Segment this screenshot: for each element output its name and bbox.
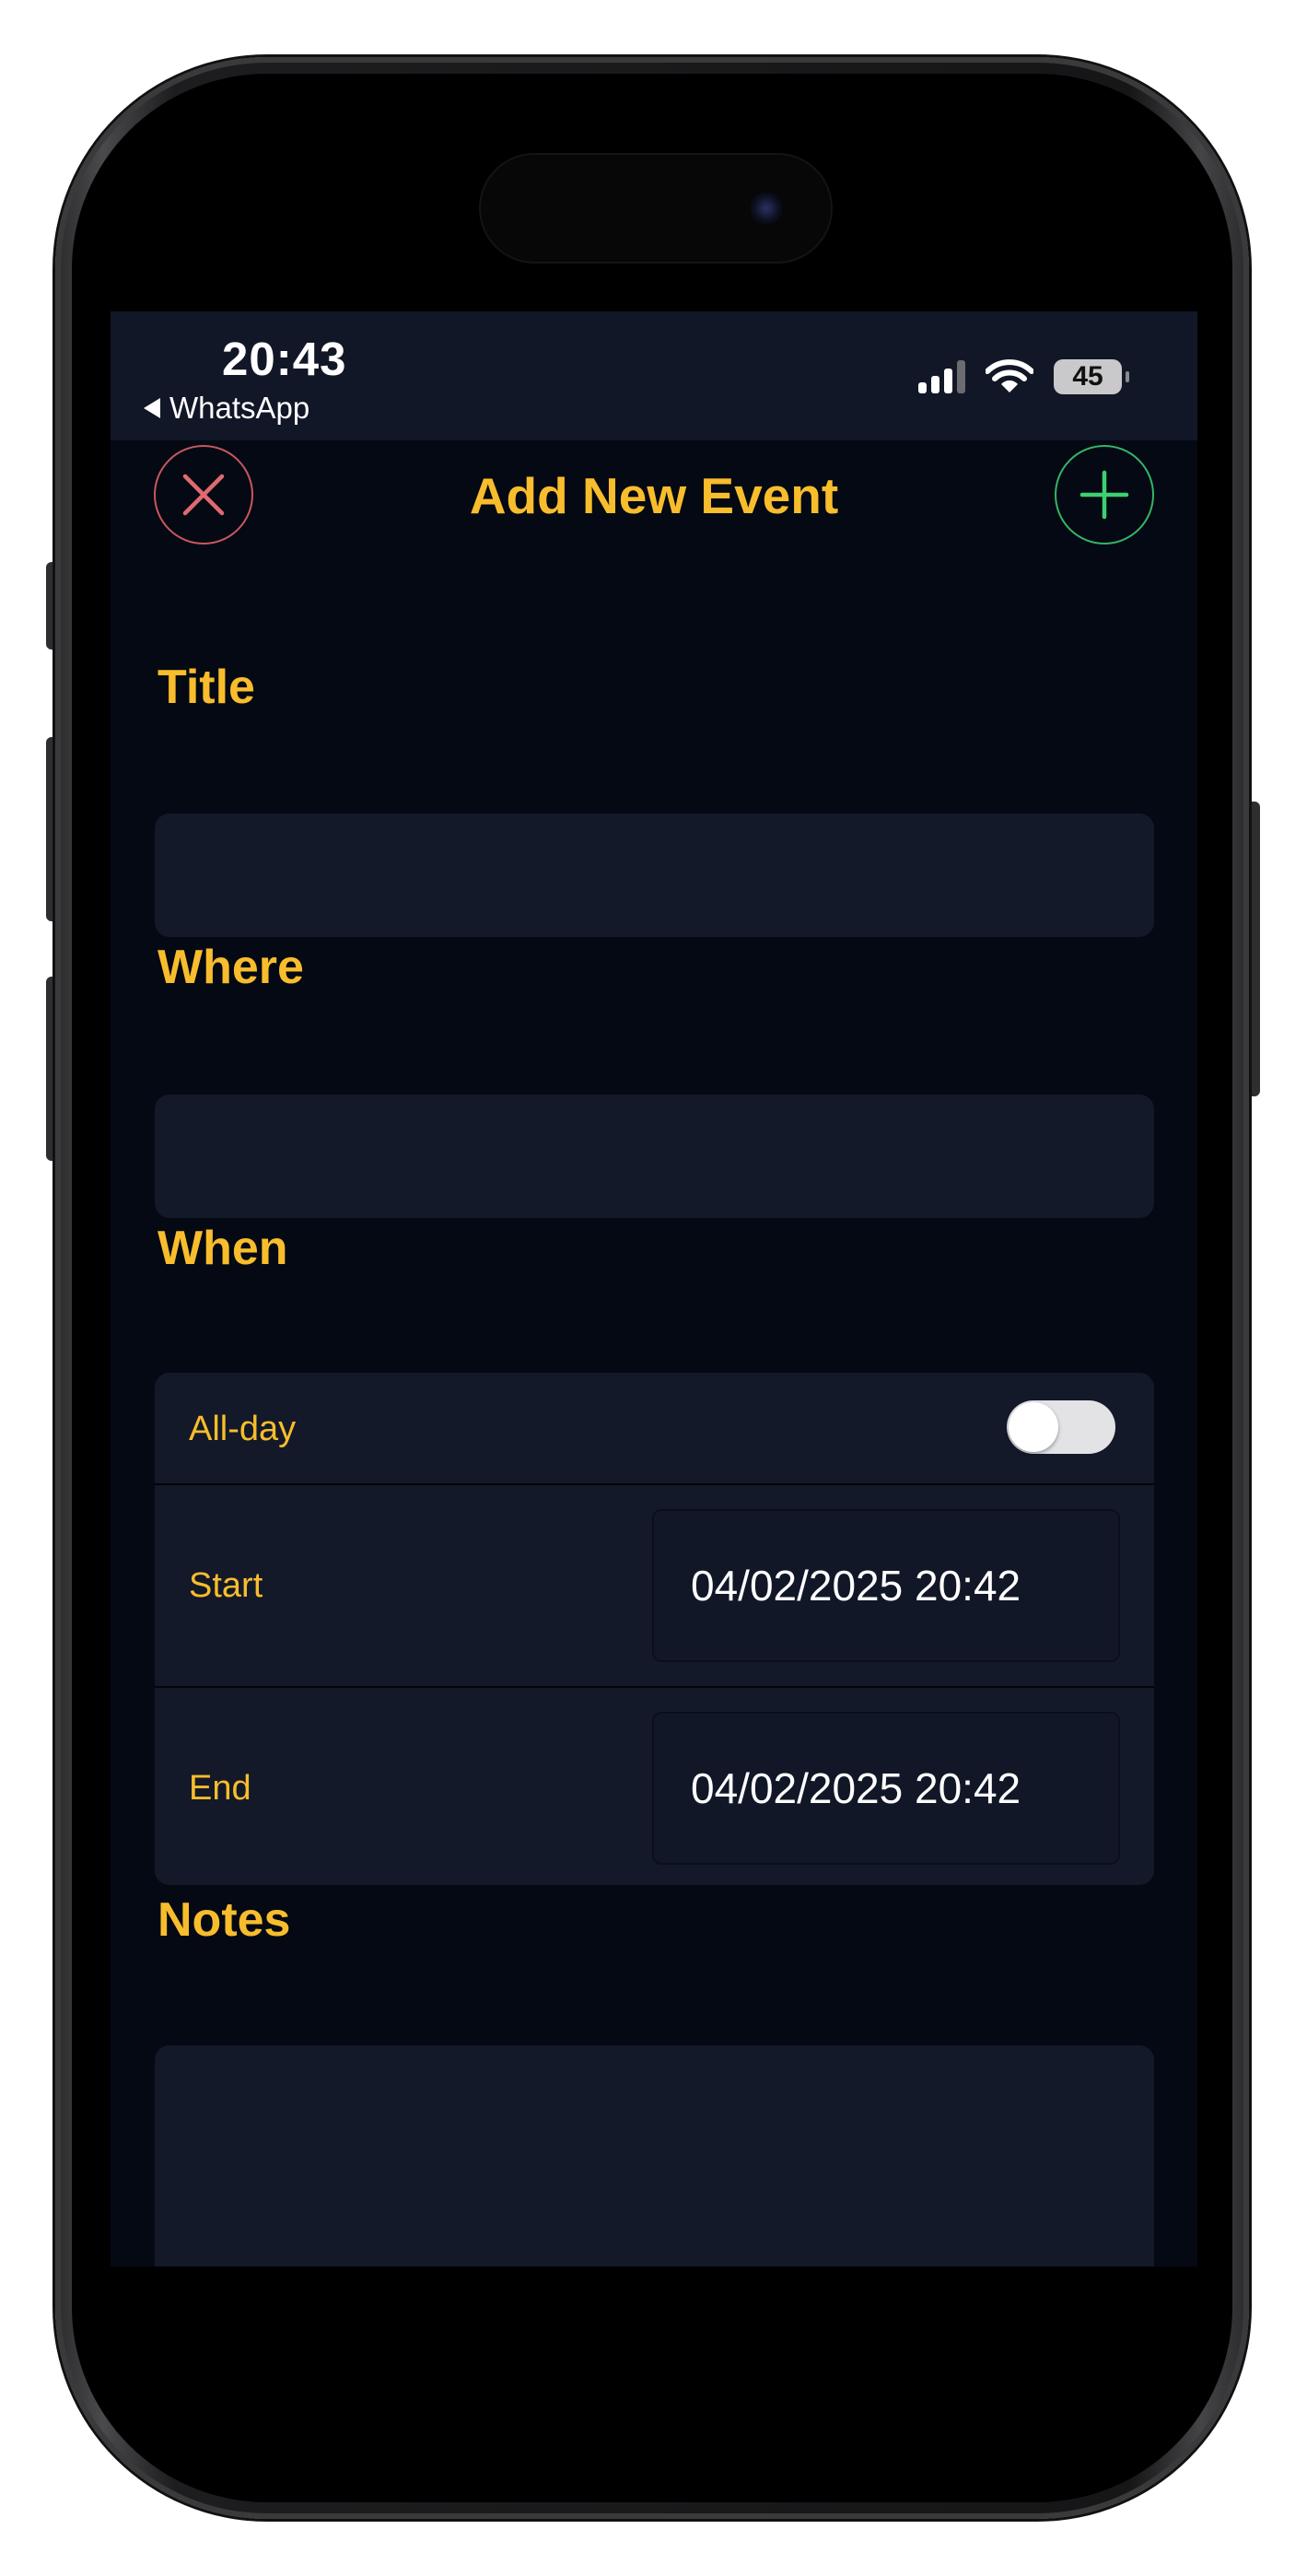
wifi-icon (986, 359, 1033, 392)
camera-icon (748, 190, 785, 227)
notes-label: Notes (158, 1893, 291, 1947)
header: Add New Event (111, 440, 1197, 544)
status-bar: 20:43 WhatsApp 45 (111, 311, 1197, 440)
dynamic-island (481, 155, 831, 262)
phone-screen: 20:43 WhatsApp 45 Add New Event Title Wh… (111, 109, 1197, 2467)
end-date-picker[interactable]: 04/02/2025 20:42 (652, 1712, 1120, 1865)
when-card: All-day Start 04/02/2025 20:42 End 04/02… (155, 1373, 1154, 1885)
all-day-label: All-day (189, 1410, 297, 1448)
end-row: End 04/02/2025 20:42 (155, 1688, 1154, 1885)
where-input[interactable] (155, 1095, 1154, 1218)
back-app-label: WhatsApp (169, 391, 310, 425)
all-day-toggle[interactable] (1007, 1400, 1115, 1454)
all-day-row: All-day (155, 1373, 1154, 1483)
status-icons: 45 (918, 359, 1129, 394)
page-title: Add New Event (469, 467, 839, 524)
plus-icon (1079, 470, 1129, 520)
home-indicator-area (111, 2266, 1197, 2467)
add-event-screen: 20:43 WhatsApp 45 Add New Event Title Wh… (111, 311, 1197, 2346)
battery-icon: 45 (1054, 359, 1129, 394)
status-time: 20:43 (222, 333, 347, 385)
where-label: Where (158, 941, 304, 994)
toggle-knob (1009, 1402, 1058, 1452)
signal-icon (918, 360, 965, 393)
battery-level: 45 (1072, 361, 1103, 392)
add-event-button[interactable] (1055, 445, 1154, 544)
back-to-app-link[interactable]: WhatsApp (144, 391, 309, 426)
back-arrow-icon (144, 398, 160, 418)
end-label: End (189, 1769, 251, 1808)
start-label: Start (189, 1566, 263, 1605)
when-label: When (158, 1222, 288, 1275)
power-button (1247, 802, 1260, 1096)
title-input[interactable] (155, 814, 1154, 937)
start-date-picker[interactable]: 04/02/2025 20:42 (652, 1509, 1120, 1662)
title-label: Title (158, 661, 255, 714)
start-row: Start 04/02/2025 20:42 (155, 1485, 1154, 1686)
